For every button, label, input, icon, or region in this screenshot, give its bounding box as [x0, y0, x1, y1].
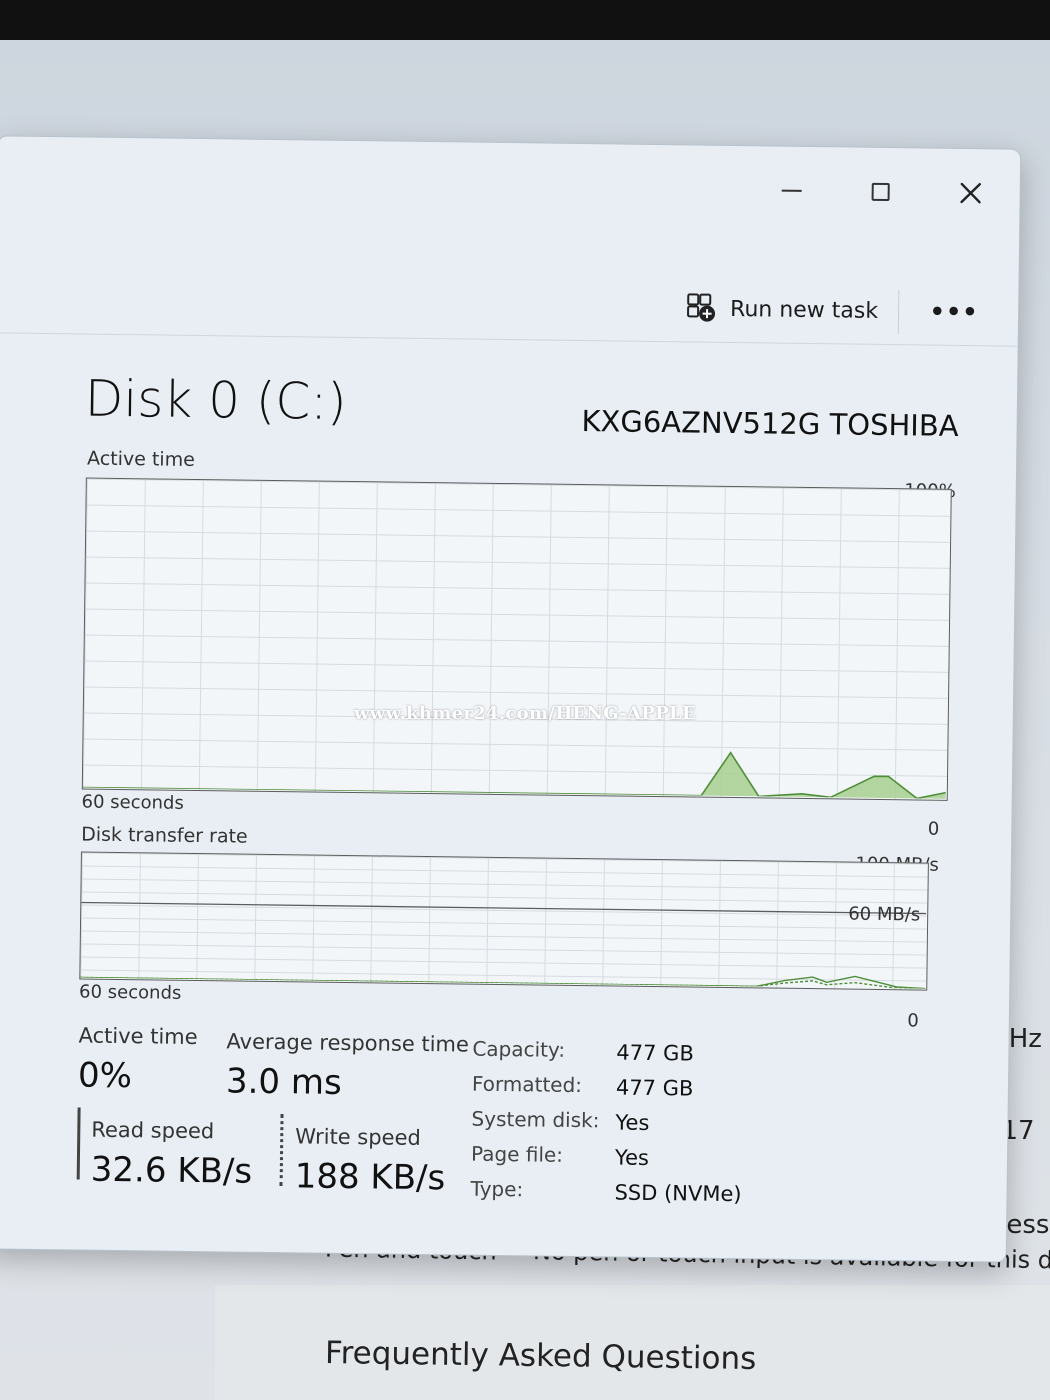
formatted-label: Formatted: — [471, 1071, 583, 1098]
avg-response-label: Average response time — [226, 1029, 470, 1057]
maximize-button[interactable] — [857, 172, 904, 213]
transfer-rate-series-1 — [80, 975, 926, 989]
transfer-rate-graph — [79, 851, 929, 991]
run-new-task-button[interactable]: Run new task — [686, 287, 878, 332]
read-speed-value: 32.6 KB/s — [90, 1149, 253, 1192]
title-bar[interactable] — [0, 136, 1020, 233]
write-speed-value: 188 KB/s — [294, 1156, 446, 1199]
minimize-icon — [781, 189, 802, 192]
active-time-graph — [81, 477, 952, 801]
transfer-rate-min-label: 0 — [907, 1010, 919, 1032]
active-time-stat-value: 0% — [77, 1055, 133, 1097]
transfer-rate-series-2 — [80, 976, 926, 989]
close-icon — [960, 182, 981, 204]
active-time-duration: 60 seconds — [81, 791, 184, 814]
active-time-stat-label: Active time — [78, 1023, 198, 1050]
active-time-graph-label: Active time — [86, 447, 195, 471]
transfer-rate-reference-line — [81, 901, 927, 915]
formatted-value: 477 GB — [615, 1075, 694, 1101]
maximize-icon — [871, 182, 890, 202]
transfer-rate-reference-label: 60 MB/s — [848, 903, 921, 926]
disk-performance-panel: Disk 0 (C:) KXG6AZNV512G TOSHIBA Active … — [0, 336, 1018, 1249]
disk-title: Disk 0 (C:) — [84, 369, 348, 431]
close-button[interactable] — [947, 173, 994, 214]
avg-response-value: 3.0 ms — [225, 1061, 342, 1103]
page-file-label: Page file: — [470, 1141, 564, 1167]
capacity-label: Capacity: — [472, 1036, 566, 1062]
more-options-button[interactable]: ••• — [929, 291, 979, 334]
run-new-task-label: Run new task — [729, 296, 879, 324]
write-speed-label: Write speed — [295, 1124, 421, 1150]
active-time-line — [82, 751, 946, 799]
transfer-rate-graph-label: Disk transfer rate — [81, 823, 248, 848]
read-speed-label: Read speed — [91, 1117, 215, 1144]
write-speed-indicator — [279, 1114, 284, 1187]
watermark: www.khmer24.com/HENG-APPLE — [354, 703, 696, 724]
active-time-area — [82, 752, 946, 799]
run-task-icon — [687, 293, 716, 322]
page-file-value: Yes — [614, 1145, 650, 1170]
type-label: Type: — [470, 1176, 524, 1202]
active-time-min-label: 0 — [927, 818, 940, 840]
system-disk-label: System disk: — [471, 1106, 600, 1133]
task-manager-window: Run new task ••• Disk 0 (C:) KXG6AZNV512… — [0, 135, 1022, 1263]
type-value: SSD (NVMe) — [614, 1180, 742, 1207]
more-options-icon: ••• — [929, 297, 979, 327]
system-disk-value: Yes — [615, 1110, 650, 1135]
disk-model: KXG6AZNV512G TOSHIBA — [581, 404, 959, 443]
transfer-rate-plot — [80, 901, 927, 989]
faq-heading[interactable]: Frequently Asked Questions — [325, 1335, 757, 1377]
read-speed-indicator — [76, 1107, 81, 1180]
active-time-plot — [82, 751, 946, 799]
command-bar: Run new task ••• — [0, 266, 1019, 349]
transfer-rate-duration: 60 seconds — [78, 981, 182, 1004]
capacity-value: 477 GB — [616, 1040, 694, 1066]
minimize-button[interactable] — [768, 170, 815, 211]
command-bar-divider — [897, 290, 900, 335]
